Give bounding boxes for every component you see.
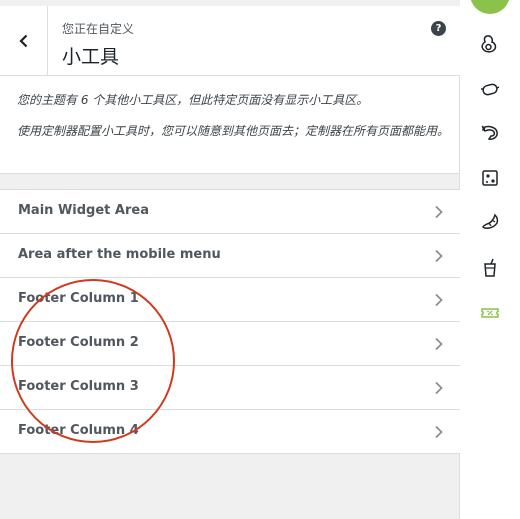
chevron-right-icon [435, 337, 443, 351]
sausage-icon[interactable] [479, 78, 501, 100]
widget-area-item[interactable]: Main Widget Area [0, 190, 460, 234]
drink-icon[interactable] [479, 257, 501, 279]
panel-header: 您正在自定义 小工具 ? [0, 0, 460, 76]
chevron-right-icon [435, 205, 443, 219]
chevron-right-icon [435, 425, 443, 439]
widget-area-label: Area after the mobile menu [18, 247, 221, 262]
widget-area-item[interactable]: Area after the mobile menu [0, 234, 460, 278]
customizing-subtitle: 您正在自定义 [62, 22, 135, 36]
discount-ticket-icon[interactable] [479, 302, 501, 324]
widget-area-item[interactable]: Footer Column 4 [0, 410, 460, 454]
widget-area-label: Footer Column 3 [18, 379, 139, 394]
customizer-panel: 您正在自定义 小工具 ? 您的主题有 6 个其他小工具区，但此特定页面没有显示小… [0, 0, 460, 519]
shrimp-icon[interactable] [479, 122, 501, 144]
widget-area-label: Main Widget Area [18, 203, 149, 218]
back-button[interactable] [0, 6, 48, 76]
help-icon[interactable]: ? [431, 21, 446, 36]
chevron-right-icon [435, 293, 443, 307]
widget-area-label: Footer Column 1 [18, 291, 139, 306]
widget-area-item[interactable]: Footer Column 2 [0, 322, 460, 366]
category-icon-rail [461, 0, 520, 519]
widget-area-list: Main Widget Area Area after the mobile m… [0, 189, 460, 454]
chevron-right-icon [435, 249, 443, 263]
widget-area-label: Footer Column 2 [18, 335, 139, 350]
avocado-icon[interactable] [479, 33, 501, 55]
widget-area-label: Footer Column 4 [18, 423, 139, 438]
chevron-right-icon [435, 381, 443, 395]
chevron-left-icon [18, 34, 27, 48]
cheese-icon[interactable] [479, 167, 501, 189]
croissant-icon[interactable] [479, 211, 501, 233]
widget-area-item[interactable]: Footer Column 3 [0, 366, 460, 410]
notice-text-2: 使用定制器配置小工具时，您可以随意到其他页面去；定制器在所有页面都能用。 [17, 124, 450, 138]
notice-text-1: 您的主题有 6 个其他小工具区，但此特定页面没有显示小工具区。 [17, 93, 369, 107]
widgets-notice: 您的主题有 6 个其他小工具区，但此特定页面没有显示小工具区。 使用定制器配置小… [0, 76, 459, 174]
rail-active-indicator [470, 0, 510, 14]
widget-area-item[interactable]: Footer Column 1 [0, 278, 460, 322]
page-title: 小工具 [62, 46, 120, 68]
